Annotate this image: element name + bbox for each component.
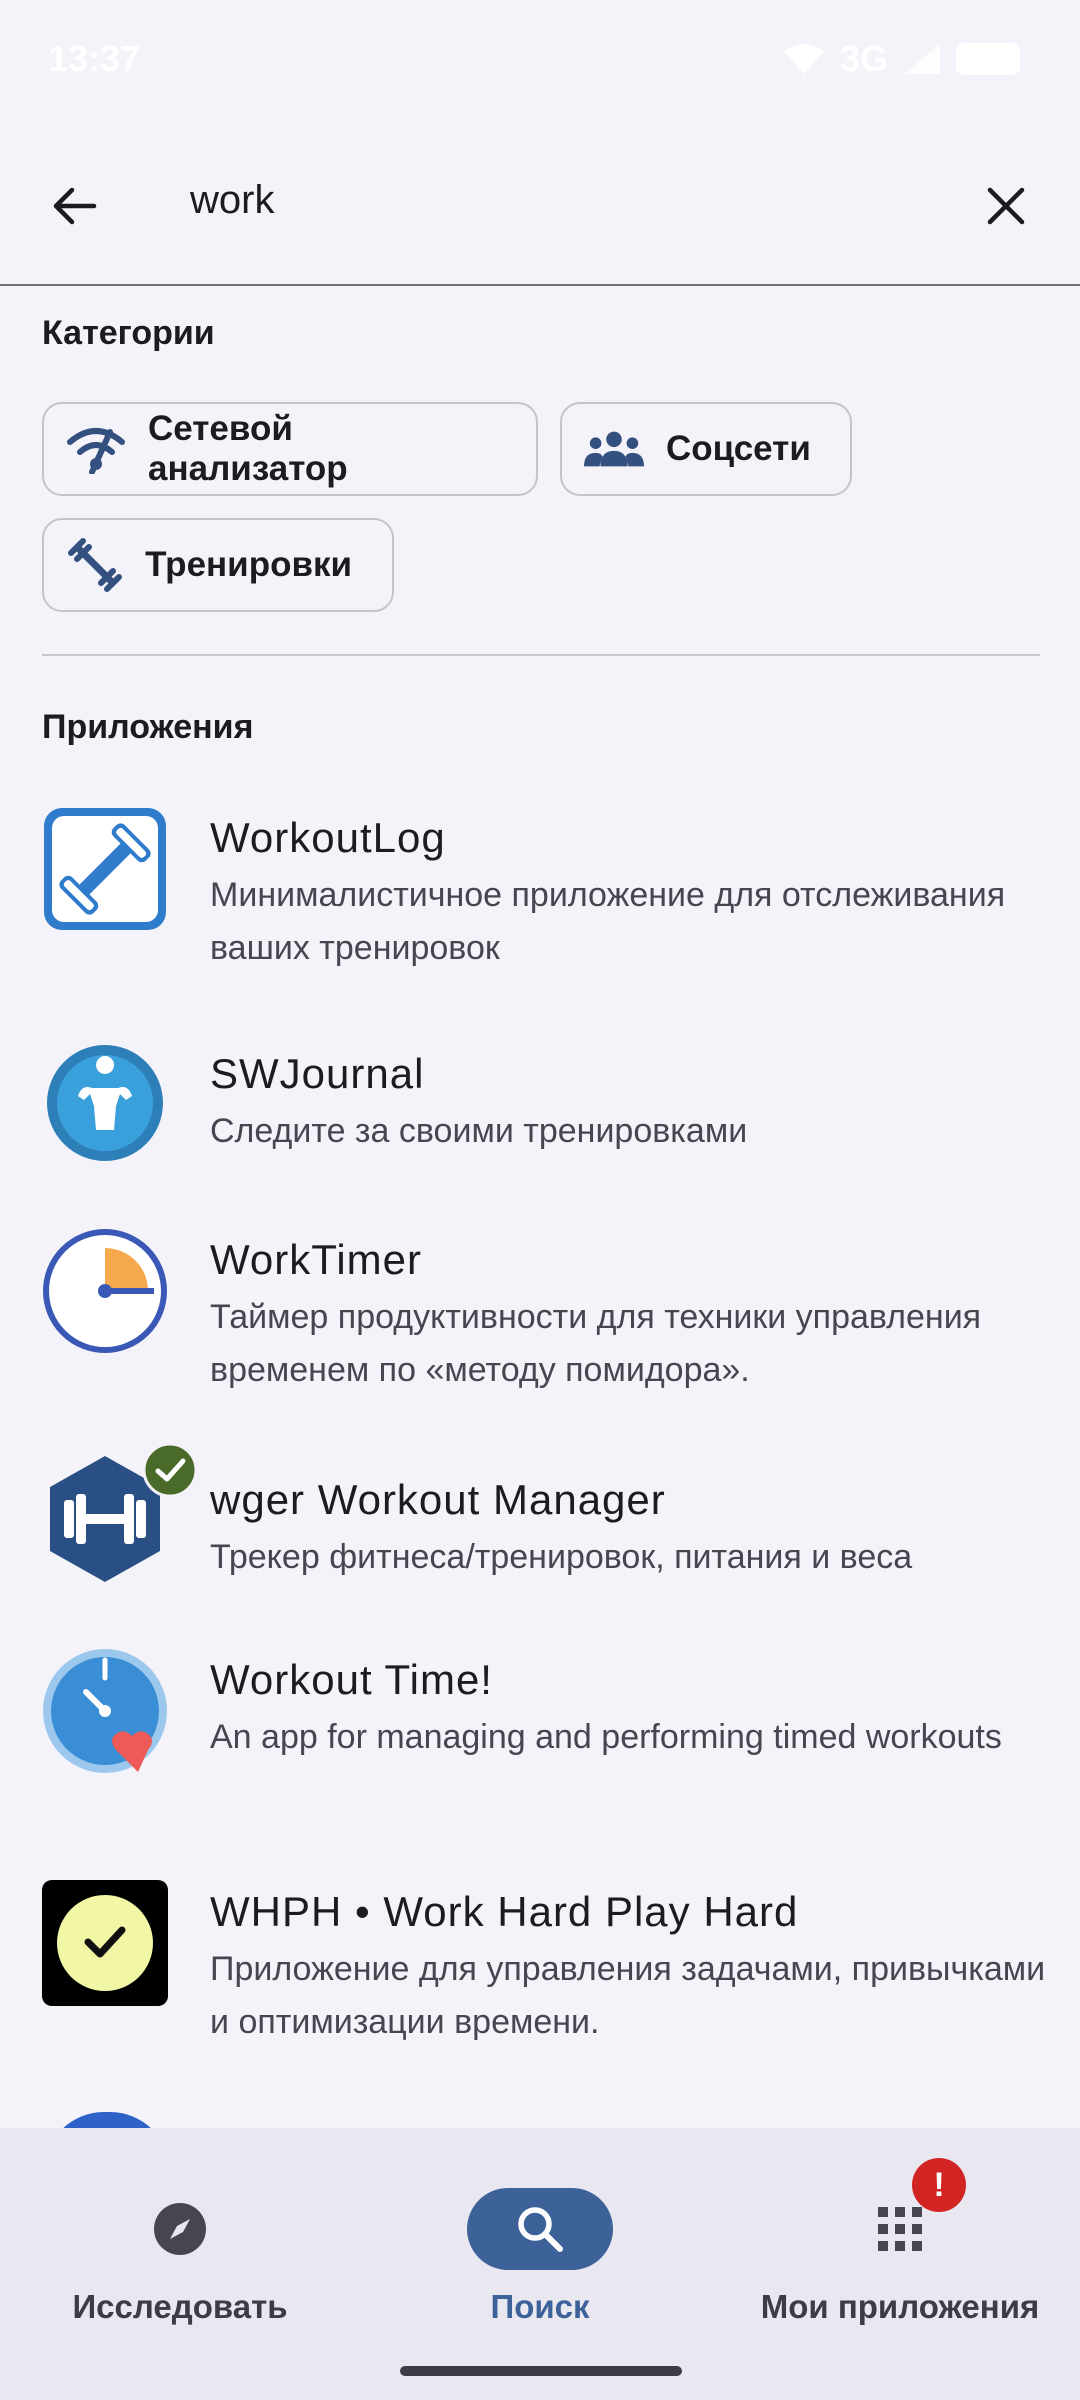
close-icon [987,187,1025,225]
app-name: SWJournal [210,1050,425,1097]
chip-label: Соцсети [666,429,811,468]
nav-search[interactable]: Поиск [360,2158,720,2358]
chip-network-analyzer[interactable]: Сетевой анализатор [42,402,538,496]
wifi-icon [783,44,824,74]
section-divider [42,654,1040,656]
swjournal-icon [42,1040,168,1166]
app-description: Следите за своими тренировками [210,1112,748,1150]
categories-title: Категории [42,314,215,352]
app-name: WorkTimer [210,1236,422,1283]
battery-icon [956,43,1020,75]
compass-icon [154,2203,206,2255]
nav-search-icon-wrap [467,2188,613,2270]
status-bar: 13:37 3G [0,0,1080,116]
app-description: Таймер продуктивности для техники управл… [210,1298,982,1389]
app-description: Приложение для управления задачами, прив… [210,1950,1046,2041]
status-time: 13:37 [48,38,141,79]
app-item-worktimer[interactable]: WorkTimer Таймер продуктивности для техн… [0,1222,1080,1412]
nav-explore[interactable]: Исследовать [0,2158,360,2358]
app-description: Минималистичное приложение для отслежива… [210,876,1006,967]
nav-label: Поиск [490,2288,590,2325]
app-item-swjournal[interactable]: SWJournal Следите за своими тренировками [0,1040,1080,1170]
signal-icon [904,44,940,74]
nav-explore-icon-wrap [107,2188,253,2270]
app-item-workoutlog[interactable]: WorkoutLog Минималистичное приложение дл… [0,800,1080,990]
workout-time-icon [42,1648,168,1774]
updates-badge: ! [912,2158,966,2212]
search-input[interactable]: work [190,178,274,223]
network-type: 3G [839,38,888,79]
nav-label: Исследовать [72,2288,288,2325]
network-analyzer-icon [66,419,126,479]
whph-icon [42,1880,168,2006]
installed-check-icon [142,1442,198,1498]
nav-label: Мои приложения [760,2288,1040,2325]
app-name: WHPH • Work Hard Play Hard [210,1888,799,1935]
chip-workouts[interactable]: Тренировки [42,518,394,612]
people-icon [584,419,644,479]
app-name: WorkoutLog [210,814,446,861]
chip-label: Тренировки [145,545,352,584]
chip-social[interactable]: Соцсети [560,402,852,496]
chip-label: Сетевой анализатор [148,409,348,488]
app-item-wger[interactable]: wger Workout Manager Трекер фитнеса/трен… [0,1442,1080,1582]
status-icons: 3G [782,38,1020,80]
workoutlog-icon [42,806,168,932]
app-item-workout-time[interactable]: Workout Time! An app for managing and pe… [0,1648,1080,1838]
back-button[interactable] [36,168,112,244]
app-description: Трекер фитнеса/тренировок, питания и вес… [210,1538,913,1576]
apps-grid-icon [878,2207,922,2251]
arrow-back-icon [53,187,97,225]
worktimer-icon [42,1228,168,1354]
apps-title: Приложения [42,708,254,746]
nav-my-apps[interactable]: ! Мои приложения [720,2158,1080,2358]
app-description: An app for managing and performing timed… [210,1718,1002,1756]
app-name: Workout Time! [210,1656,493,1703]
search-icon [518,2207,563,2252]
app-name: wger Workout Manager [210,1476,666,1523]
search-bar: work [0,116,1080,286]
dumbbell-icon [66,535,123,595]
bottom-navigation: Исследовать Поиск ! Мои приложения [0,2128,1080,2400]
app-item-whph[interactable]: WHPH • Work Hard Play Hard Приложение дл… [0,1880,1080,2070]
home-indicator[interactable] [400,2366,682,2376]
clear-search-button[interactable] [968,168,1044,244]
